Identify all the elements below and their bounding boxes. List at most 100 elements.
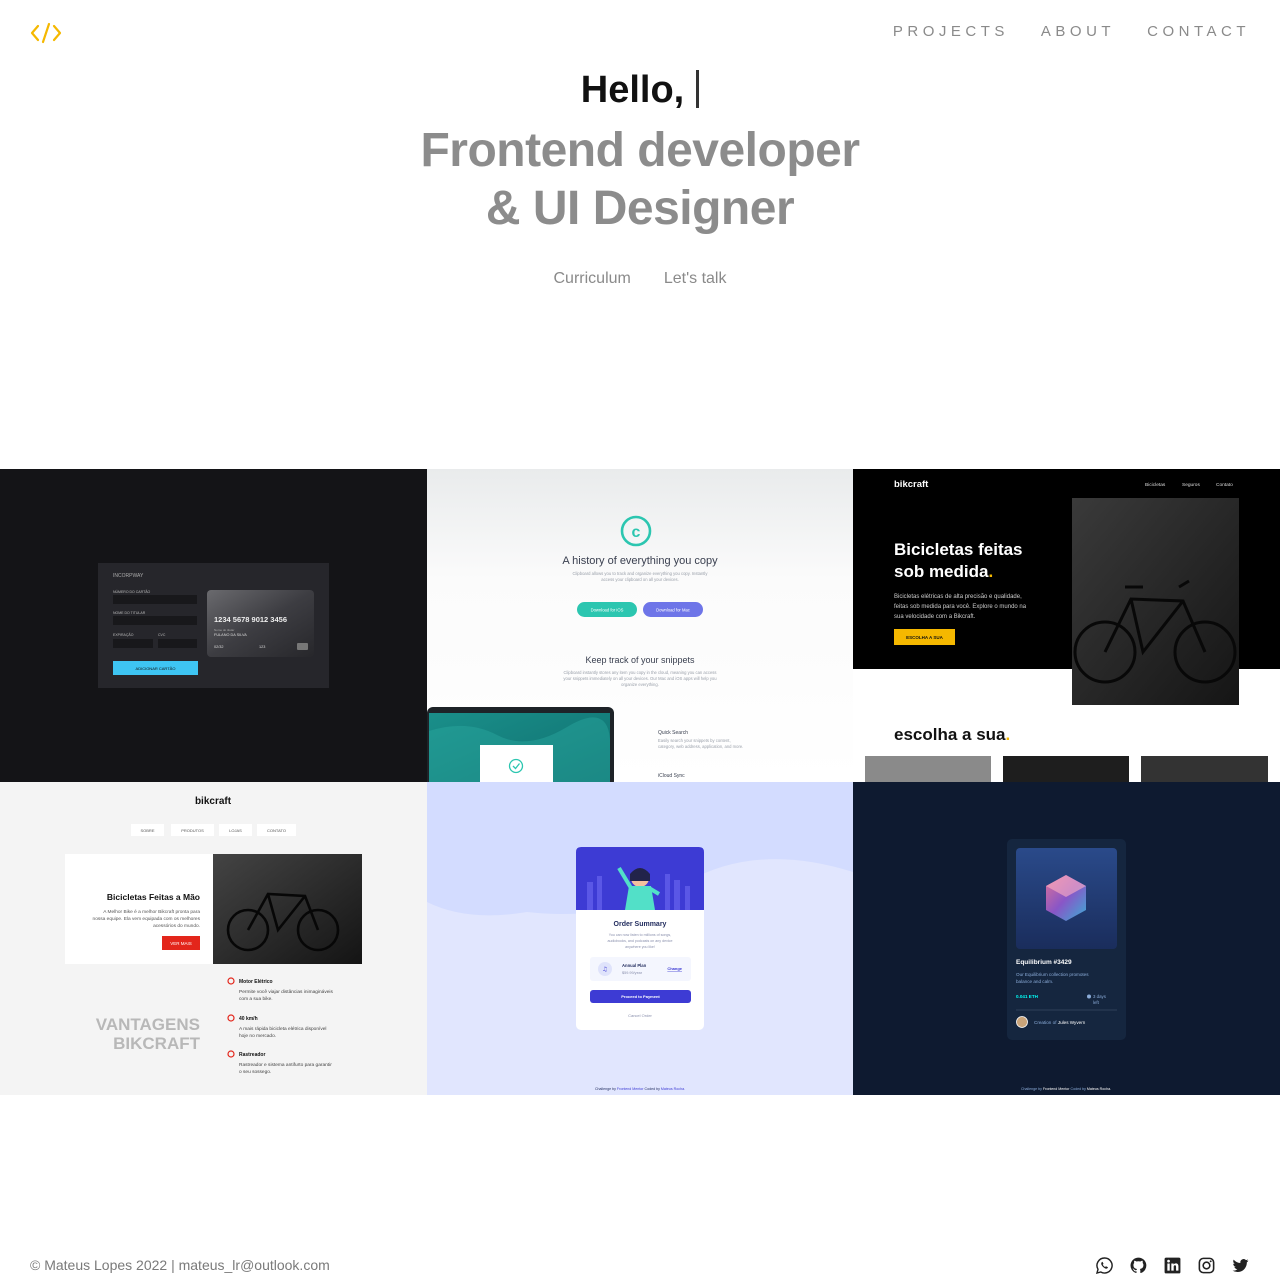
code-brackets-icon[interactable] bbox=[30, 22, 62, 44]
whatsapp-icon[interactable] bbox=[1095, 1256, 1114, 1275]
svg-text:Challenge by Frontend Mentor C: Challenge by Frontend Mentor Coded by Ma… bbox=[595, 1087, 685, 1091]
hero: Hello, Frontend developer & UI Designer … bbox=[0, 64, 1280, 288]
nft-credit-a: Challenge by bbox=[1021, 1087, 1042, 1091]
bikcraft-nav-1: Bicicletas bbox=[1145, 482, 1166, 488]
nft-creation: Creation of bbox=[1034, 1020, 1057, 1025]
order-credit-c: Coded by bbox=[645, 1087, 661, 1091]
project-card-credit-card[interactable]: INCORPWAY NÚMERO DO CARTÃO NOME DO TITUL… bbox=[0, 469, 427, 782]
cc-holder: FULANO DA SILVA bbox=[214, 633, 247, 637]
svg-text:Creation of Jules Wyvern: Creation of Jules Wyvern bbox=[1034, 1020, 1086, 1025]
bikcraft-text-1: Bicicletas elétricas de alta precisão e … bbox=[894, 594, 1022, 600]
clipboard-feature-1-text-1: Easily search your snippets by content, bbox=[658, 738, 731, 743]
bikcraft-cta: ESCOLHA A SUA bbox=[906, 635, 944, 640]
bikcraft2-f3-title: Rastreador bbox=[239, 1052, 265, 1058]
cc-number: 1234 5678 9012 3456 bbox=[214, 615, 287, 624]
nft-days-1: 3 days bbox=[1093, 994, 1107, 999]
github-icon[interactable] bbox=[1129, 1256, 1148, 1275]
clipboard-sub-1: Clipboard allows you to track and organi… bbox=[573, 571, 709, 576]
bikcraft2-text-1: A Melhor Bike é a melhor Bikcraft pronta… bbox=[103, 909, 200, 915]
svg-text:escolha a sua.: escolha a sua. bbox=[894, 725, 1010, 744]
order-text-3: anywhere you like! bbox=[625, 945, 655, 949]
bikcraft2-text-2: nossa equipe. Ela vem equipada com os me… bbox=[93, 916, 201, 922]
bikcraft2-logo: bikcraft bbox=[195, 796, 232, 807]
svg-text:sob medida.: sob medida. bbox=[894, 562, 993, 581]
clipboard-mac-button: Download for Mac bbox=[656, 608, 690, 613]
clipboard-feature-2: iCloud Sync bbox=[658, 773, 685, 779]
order-text-1: You can now listen to millions of songs, bbox=[609, 933, 671, 937]
order-cancel: Cancel Order bbox=[628, 1013, 652, 1018]
hero-links: Curriculum Let's talk bbox=[0, 270, 1280, 288]
greeting-text: Hello, bbox=[580, 69, 685, 111]
cc-field-number: NÚMERO DO CARTÃO bbox=[113, 589, 151, 594]
cc-expiry: 02/32 bbox=[214, 645, 224, 649]
nav-projects[interactable]: PROJECTS bbox=[893, 23, 1009, 40]
nft-creator: Jules Wyvern bbox=[1058, 1020, 1086, 1025]
hero-role: Frontend developer & UI Designer bbox=[0, 122, 1280, 238]
bikcraft2-f2-text-2: hoje no mercado. bbox=[239, 1033, 276, 1039]
twitter-icon[interactable] bbox=[1231, 1256, 1250, 1275]
nav-contact[interactable]: CONTACT bbox=[1147, 23, 1250, 40]
curriculum-link[interactable]: Curriculum bbox=[554, 270, 631, 288]
cc-field-expiry: EXPIRAÇÃO bbox=[113, 632, 134, 637]
nft-credit-d: Mateus Rocha. bbox=[1087, 1087, 1111, 1091]
bikcraft-headline-dot: . bbox=[988, 562, 993, 581]
clipboard-feature-1-text-2: category, web address, application, and … bbox=[658, 744, 743, 749]
bikcraft2-cta: VER MAIS bbox=[170, 941, 192, 946]
project-card-bikcraft-dark[interactable]: bikcraft Bicicletas Seguros Contato Bici… bbox=[853, 469, 1280, 782]
project-card-order-summary[interactable]: Order Summary You can now listen to mill… bbox=[427, 782, 853, 1095]
order-change: Change bbox=[667, 966, 682, 971]
project-thumbnail: bikcraft SOBRE PRODUTOS LOJAS CONTATO Bi… bbox=[0, 782, 427, 1095]
bikcraft2-vantagens-2: BIKCRAFT bbox=[113, 1034, 200, 1053]
clipboard-ios-button: Download for iOS bbox=[591, 608, 624, 613]
cc-holder-label: Nome do titular bbox=[214, 628, 234, 632]
cc-cvc: 123 bbox=[259, 645, 265, 649]
linkedin-icon[interactable] bbox=[1163, 1256, 1182, 1275]
project-card-bikcraft-light[interactable]: bikcraft SOBRE PRODUTOS LOJAS CONTATO Bi… bbox=[0, 782, 427, 1095]
bikcraft2-f1-text-1: Permite você viajar distâncias inimaginá… bbox=[239, 989, 333, 995]
order-credit-a: Challenge by bbox=[595, 1087, 616, 1091]
bikcraft-text-3: sua velocidade com a Bikcraft. bbox=[894, 614, 976, 620]
main-nav: PROJECTS ABOUT CONTACT bbox=[893, 23, 1250, 40]
order-credit-d: Mateus Rocha. bbox=[661, 1087, 685, 1091]
bikcraft2-f3-text-1: Rastreador e sistema antifurto para gara… bbox=[239, 1062, 332, 1068]
clipboard-title: A history of everything you copy bbox=[562, 555, 718, 567]
order-text-2: audiobooks, and podcasts on any device bbox=[608, 939, 673, 943]
instagram-icon[interactable] bbox=[1197, 1256, 1216, 1275]
bikcraft-nav-2: Seguros bbox=[1182, 482, 1200, 488]
cc-field-cvc: CVC bbox=[158, 633, 166, 637]
nft-title: Equilibrium #3429 bbox=[1016, 959, 1072, 966]
project-card-nft[interactable]: Equilibrium #3429 Our Equilibrium collec… bbox=[853, 782, 1280, 1095]
nft-eth: 0.041 ETH bbox=[1016, 994, 1039, 999]
clipboard-section-1: Clipboard instantly stores any item you … bbox=[564, 670, 717, 675]
bikcraft2-f2-title: 40 km/h bbox=[239, 1016, 258, 1022]
bikcraft-headline-1: Bicicletas feitas bbox=[894, 540, 1023, 559]
order-price: $59.99/year bbox=[622, 971, 643, 975]
clipboard-feature-1: Quick Search bbox=[658, 730, 688, 736]
bikcraft-section-title: escolha a sua bbox=[894, 725, 1006, 744]
project-thumbnail: Order Summary You can now listen to mill… bbox=[427, 782, 853, 1095]
clipboard-section-title: Keep track of your snippets bbox=[585, 655, 695, 665]
role-line-1: Frontend developer bbox=[420, 124, 860, 177]
bikcraft2-f3-text-2: o seu sossego. bbox=[239, 1070, 271, 1075]
cc-brand: INCORPWAY bbox=[113, 573, 144, 579]
bikcraft2-nav-2: PRODUTOS bbox=[181, 828, 204, 833]
cc-field-name: NOME DO TITULAR bbox=[113, 611, 146, 615]
project-thumbnail: Equilibrium #3429 Our Equilibrium collec… bbox=[853, 782, 1280, 1095]
bikcraft-headline-2: sob medida bbox=[894, 562, 989, 581]
bikcraft-section-dot: . bbox=[1006, 725, 1011, 744]
order-title: Order Summary bbox=[614, 921, 667, 928]
projects-grid: INCORPWAY NÚMERO DO CARTÃO NOME DO TITUL… bbox=[0, 469, 1280, 1095]
bikcraft-nav-3: Contato bbox=[1216, 482, 1233, 488]
cc-add-button: ADICIONAR CARTÃO bbox=[136, 666, 176, 671]
nft-days-2: left bbox=[1093, 1000, 1100, 1005]
project-card-clipboard[interactable]: c A history of everything you copy Clipb… bbox=[427, 469, 853, 782]
project-thumbnail: bikcraft Bicicletas Seguros Contato Bici… bbox=[853, 469, 1280, 782]
social-links bbox=[1095, 1256, 1250, 1275]
lets-talk-link[interactable]: Let's talk bbox=[664, 270, 727, 288]
nav-about[interactable]: ABOUT bbox=[1041, 23, 1115, 40]
svg-text:♫: ♫ bbox=[602, 966, 607, 973]
bikcraft2-f2-text-1: A mais rápida bicicleta elétrica disponí… bbox=[239, 1026, 326, 1032]
nft-text-1: Our Equilibrium collection promotes bbox=[1016, 972, 1089, 977]
bikcraft2-headline: Bicicletas Feitas a Mão bbox=[107, 892, 200, 902]
order-plan: Annual Plan bbox=[622, 963, 647, 968]
